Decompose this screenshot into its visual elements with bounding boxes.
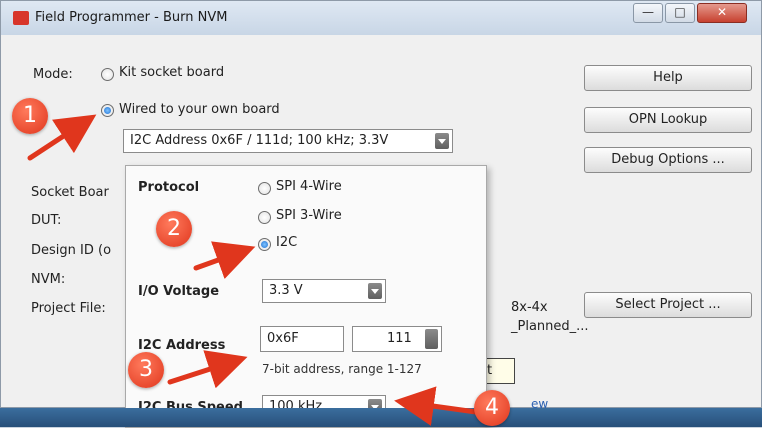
i2c-address-label: I2C Address <box>138 338 226 353</box>
i2c-address-decimal-value: 111 <box>387 331 412 346</box>
io-voltage-value: 3.3 V <box>269 283 303 298</box>
protocol-settings-panel: Protocol SPI 4-Wire SPI 3-Wire I2C I/O V… <box>125 165 487 428</box>
mode-label: Mode: <box>33 67 73 82</box>
callout-badge-3: 3 <box>128 352 164 388</box>
radio-spi-3-wire-label[interactable]: SPI 3-Wire <box>276 208 342 223</box>
io-voltage-label: I/O Voltage <box>138 284 220 299</box>
callout-badge-4: 4 <box>474 390 510 426</box>
select-project-button[interactable]: Select Project ... <box>584 292 752 318</box>
project-file-label: Project File: <box>31 301 106 316</box>
chevron-down-icon <box>435 133 449 149</box>
minimize-icon: — <box>642 5 654 19</box>
radio-kit-socket-board-label[interactable]: Kit socket board <box>119 65 224 80</box>
callout-badge-2: 2 <box>156 211 192 247</box>
radio-wired-own-board-label[interactable]: Wired to your own board <box>119 102 280 117</box>
app-window: Field Programmer - Burn NVM — □ ✕ Mode: … <box>0 0 762 428</box>
maximize-icon: □ <box>674 5 686 19</box>
hidden-button-edge[interactable]: t <box>485 358 515 384</box>
i2c-address-decimal-stepper[interactable]: 111 <box>352 326 442 352</box>
maximize-button[interactable]: □ <box>665 3 695 23</box>
spinner-arrows-icon[interactable] <box>425 329 438 349</box>
chevron-down-icon <box>368 283 382 299</box>
address-config-value: I2C Address 0x6F / 111d; 100 kHz; 3.3V <box>130 133 389 148</box>
nvm-label: NVM: <box>31 272 66 287</box>
close-button[interactable]: ✕ <box>697 3 747 23</box>
io-voltage-dropdown[interactable]: 3.3 V <box>262 279 386 303</box>
window-title: Field Programmer - Burn NVM <box>35 10 228 25</box>
radio-i2c[interactable] <box>258 238 271 251</box>
socket-board-label: Socket Boar <box>31 185 109 200</box>
radio-i2c-label[interactable]: I2C <box>276 235 297 250</box>
radio-spi-4-wire[interactable] <box>258 182 271 195</box>
dut-label: DUT: <box>31 213 62 228</box>
radio-spi-4-wire-label[interactable]: SPI 4-Wire <box>276 179 342 194</box>
close-icon: ✕ <box>716 5 728 19</box>
app-logo-icon <box>13 11 29 25</box>
help-button[interactable]: Help <box>584 65 752 91</box>
project-file-partial-2: _Planned_... <box>511 319 589 334</box>
radio-spi-3-wire[interactable] <box>258 211 271 224</box>
taskbar <box>0 408 762 427</box>
hidden-button-partial-label: t <box>487 363 493 378</box>
radio-kit-socket-board[interactable] <box>101 68 114 81</box>
protocol-label: Protocol <box>138 180 200 195</box>
i2c-address-hex-field[interactable]: 0x6F <box>260 326 344 352</box>
i2c-address-hint: 7-bit address, range 1-127 <box>262 362 422 376</box>
address-config-dropdown[interactable]: I2C Address 0x6F / 111d; 100 kHz; 3.3V <box>123 129 453 153</box>
opn-lookup-button[interactable]: OPN Lookup <box>584 107 752 133</box>
minimize-button[interactable]: — <box>633 3 663 23</box>
design-id-label: Design ID (o <box>31 243 112 258</box>
callout-badge-1: 1 <box>12 98 48 134</box>
title-bar: Field Programmer - Burn NVM — □ ✕ <box>1 1 761 35</box>
i2c-address-hex-value: 0x6F <box>267 331 299 346</box>
project-file-partial-1: 8x-4x <box>511 300 548 315</box>
debug-options-button[interactable]: Debug Options ... <box>584 147 752 173</box>
radio-wired-own-board[interactable] <box>101 104 114 117</box>
